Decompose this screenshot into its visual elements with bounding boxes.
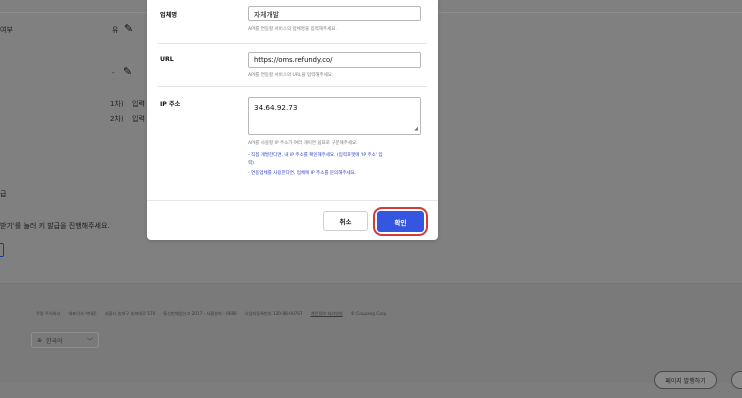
footer-links: 쿠팡 주식회사 대표이사 박대준 서울시 송파구 송파대로 570 통신판매업신… xyxy=(36,311,388,317)
company-name-input[interactable]: 자체개발 xyxy=(248,6,421,21)
pencil-icon-2: ✎ xyxy=(123,65,133,78)
floating-button-partial[interactable] xyxy=(731,371,742,389)
company-help-text: API를 연동할 서비스의 업체명을 입력해주세요. xyxy=(248,27,337,32)
resize-handle-icon[interactable]: ◢ xyxy=(414,127,418,132)
ip-label: IP 주소 xyxy=(160,101,181,108)
privacy-policy-link[interactable]: 개인정보 처리방침 xyxy=(311,311,343,317)
bg-order-num-1: 1차) xyxy=(110,100,124,108)
bg-dash-mark: - xyxy=(112,69,115,77)
ip-address-textarea[interactable]: 34.64.92.73 ◢ xyxy=(248,97,421,135)
page-publish-button[interactable]: 페이지 발행하기 xyxy=(654,371,717,389)
bottom-strip xyxy=(0,383,742,398)
ip-address-value: 34.64.92.73 xyxy=(254,103,298,112)
company-label: 업체명 xyxy=(160,12,178,19)
url-value: https://oms.refundy.co/ xyxy=(254,56,333,64)
url-input[interactable]: https://oms.refundy.co/ xyxy=(248,52,421,68)
chevron-down-icon: ﹀ xyxy=(86,337,93,345)
company-name-value: 자체개발 xyxy=(254,10,280,19)
bg-label-top: 여부 xyxy=(0,26,13,34)
bg-issue-label: 급 xyxy=(0,190,7,198)
footer-link: 통신판매업신고 2017 - 서울송파 - 0680 xyxy=(163,311,237,316)
bg-column-mark: 유 xyxy=(112,26,119,34)
api-info-modal: 업체명 자체개발 API를 연동할 서비스의 업체명을 입력해주세요. URL … xyxy=(147,0,438,240)
footer-link: 서울시 송파구 송파대로 570 xyxy=(104,311,156,316)
footer-link: 대표이사 박대준 xyxy=(68,311,97,316)
language-select[interactable]: ⊕ 한국어 ﹀ xyxy=(31,332,99,348)
url-help-text: API를 연동할 서비스의 URL을 입력해주세요. xyxy=(248,73,334,78)
ip-help-text: API를 사용할 IP 주소가 여러 개이면 쉼표로 구분해주세요. xyxy=(248,141,358,146)
cancel-button[interactable]: 취소 xyxy=(323,211,368,231)
footer-link: 쿠팡 주식회사 xyxy=(36,311,61,316)
url-label: URL xyxy=(160,56,174,63)
modal-footer-divider xyxy=(147,200,438,201)
language-value: 한국어 xyxy=(46,337,63,345)
bg-order-text-2: 입력 xyxy=(132,115,145,123)
globe-icon: ⊕ xyxy=(37,336,43,344)
footer xyxy=(0,283,742,383)
footer-copyright: © Coupang Corp. xyxy=(350,311,388,316)
ip-note-vendor: - 연동업체를 사용한다면, 업체에 IP 주소를 문의해주세요. xyxy=(248,171,357,176)
footer-link: 사업자등록번호 120-88-00767 xyxy=(244,311,303,316)
bg-order-text-1: 입력 xyxy=(132,100,145,108)
footer-divider xyxy=(0,283,742,284)
bg-issue-button[interactable] xyxy=(0,243,4,257)
ip-note-direct: - 직접 개발한다면, 내 IP 주소를 확인해주세요. (입력포맷에 'IP … xyxy=(248,153,383,158)
bg-instruction: 받기'를 눌러 키 발급을 진행해주세요. xyxy=(0,222,110,230)
confirm-button[interactable]: 확인 xyxy=(377,211,424,232)
ip-note-direct-cont: 력) xyxy=(248,161,254,166)
bg-order-num-2: 2차) xyxy=(110,115,124,123)
pencil-icon: ✎ xyxy=(124,22,134,35)
